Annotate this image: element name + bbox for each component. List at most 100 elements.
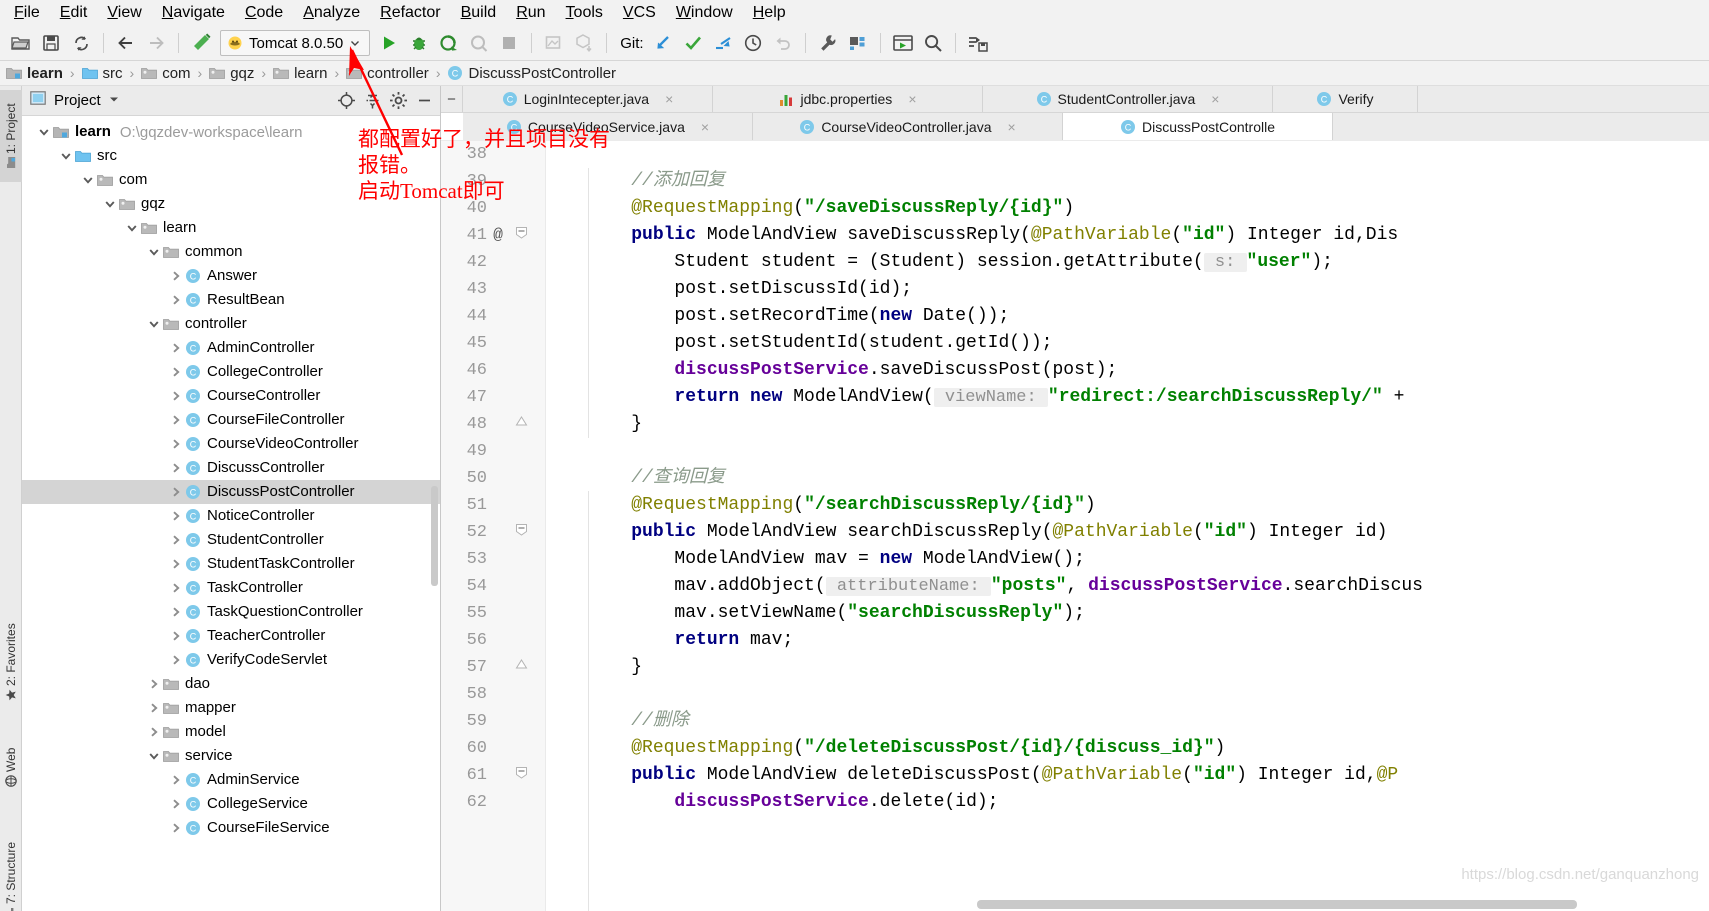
debug-bug-icon[interactable]	[406, 30, 432, 56]
deploy-icon[interactable]	[541, 30, 567, 56]
chevron-down-icon[interactable]	[146, 312, 162, 336]
tree-item-class[interactable]: C CourseController	[22, 384, 440, 408]
sync-icon[interactable]	[68, 30, 94, 56]
wrench-icon[interactable]	[815, 30, 841, 56]
menu-item-navigate[interactable]: Navigate	[152, 2, 235, 24]
code-content[interactable]: //添加回复 @RequestMapping("/saveDiscussRepl…	[546, 141, 1709, 911]
gutter-marker-icon[interactable]: @	[487, 222, 509, 249]
editor-tab[interactable]: C CourseVideoService.java ×	[463, 113, 753, 140]
tree-item-class[interactable]: C AdminService	[22, 768, 440, 792]
editor-tab[interactable]: C StudentController.java ×	[983, 86, 1273, 112]
chevron-right-icon[interactable]	[168, 288, 184, 312]
code-line[interactable]: @RequestMapping("/deleteDiscussPost/{id}…	[546, 735, 1709, 762]
run-with-coverage-icon[interactable]	[436, 30, 462, 56]
code-line[interactable]: discussPostService.saveDiscussPost(post)…	[546, 357, 1709, 384]
project-tree-scrollbar[interactable]	[431, 486, 438, 586]
tree-item-folder[interactable]: mapper	[22, 696, 440, 720]
hammer-icon[interactable]	[188, 30, 214, 56]
chevron-right-icon[interactable]	[168, 384, 184, 408]
tree-item-folder[interactable]: model	[22, 720, 440, 744]
editor-horizontal-scrollbar[interactable]	[977, 900, 1577, 909]
chevron-down-icon[interactable]	[36, 120, 52, 144]
code-line[interactable]: mav.addObject( attributeName: "posts", d…	[546, 573, 1709, 600]
chevron-right-icon[interactable]	[168, 600, 184, 624]
chevron-right-icon[interactable]	[168, 528, 184, 552]
back-arrow-icon[interactable]	[113, 30, 139, 56]
forward-arrow-icon[interactable]	[143, 30, 169, 56]
menu-item-code[interactable]: Code	[235, 2, 293, 24]
breadcrumb-item-learn[interactable]: learn	[6, 65, 63, 82]
fold-toggle-icon[interactable]	[509, 654, 533, 681]
code-line[interactable]: //查询回复	[546, 465, 1709, 492]
tool-window-tab-project[interactable]: 1: Project	[0, 90, 22, 182]
tree-item-class[interactable]: C AdminController	[22, 336, 440, 360]
tree-item-folder[interactable]: com	[22, 168, 440, 192]
close-icon[interactable]: ×	[1008, 119, 1016, 135]
stop-square-icon[interactable]	[496, 30, 522, 56]
editor-tab[interactable]: C LoginIntecepter.java ×	[463, 86, 713, 112]
close-icon[interactable]: ×	[665, 91, 673, 107]
code-line[interactable]: return mav;	[546, 627, 1709, 654]
collapse-all-icon[interactable]	[360, 89, 384, 113]
chevron-right-icon[interactable]	[168, 504, 184, 528]
tree-item-folder[interactable]: learn	[22, 216, 440, 240]
chevron-right-icon[interactable]	[168, 456, 184, 480]
editor-tab[interactable]: jdbc.properties ×	[713, 86, 983, 112]
project-structure-icon[interactable]	[845, 30, 871, 56]
code-line[interactable]: }	[546, 411, 1709, 438]
tree-item-class[interactable]: C CollegeService	[22, 792, 440, 816]
editor-tab[interactable]: C CourseVideoController.java ×	[753, 113, 1063, 140]
code-line[interactable]: @RequestMapping("/saveDiscussReply/{id}"…	[546, 195, 1709, 222]
tool-window-tab-web[interactable]: Web	[0, 736, 22, 798]
locate-icon[interactable]	[334, 89, 358, 113]
tree-item-class[interactable]: C CourseFileController	[22, 408, 440, 432]
tree-item-class[interactable]: C CourseFileService	[22, 816, 440, 840]
fold-toggle-icon[interactable]	[509, 411, 533, 438]
chevron-right-icon[interactable]	[168, 264, 184, 288]
git-push-icon[interactable]	[710, 30, 736, 56]
save-disk-icon[interactable]	[965, 30, 991, 56]
code-line[interactable]: public ModelAndView saveDiscussReply(@Pa…	[546, 222, 1709, 249]
breadcrumb-item-gqz[interactable]: gqz	[209, 65, 254, 82]
update-box-icon[interactable]	[571, 30, 597, 56]
tool-window-tab-structure[interactable]: 7: Structure	[0, 826, 22, 911]
tree-item-folder[interactable]: gqz	[22, 192, 440, 216]
tree-item-folder[interactable]: service	[22, 744, 440, 768]
editor-tab[interactable]: C Verify	[1273, 86, 1418, 112]
code-editor[interactable]: 38 39 40 41 @42 43 44 45 46 47 48 49 50 51 52 53 54 55 56 5…	[441, 141, 1709, 911]
menu-item-view[interactable]: View	[97, 2, 151, 24]
menu-item-window[interactable]: Window	[666, 2, 743, 24]
run-in-browser-icon[interactable]	[890, 30, 916, 56]
code-line[interactable]: post.setRecordTime(new Date());	[546, 303, 1709, 330]
fold-toggle-icon[interactable]	[509, 519, 533, 546]
close-icon[interactable]: ×	[908, 91, 916, 107]
save-all-icon[interactable]	[38, 30, 64, 56]
code-line[interactable]: Student student = (Student) session.getA…	[546, 249, 1709, 276]
chevron-right-icon[interactable]	[168, 552, 184, 576]
chevron-right-icon[interactable]	[168, 408, 184, 432]
chevron-down-icon[interactable]	[124, 216, 140, 240]
fold-toggle-icon[interactable]	[509, 762, 533, 789]
gear-icon[interactable]	[386, 89, 410, 113]
open-folder-icon[interactable]	[8, 30, 34, 56]
tree-item-class[interactable]: C CourseVideoController	[22, 432, 440, 456]
menu-item-build[interactable]: Build	[451, 2, 507, 24]
close-icon[interactable]: ×	[1211, 91, 1219, 107]
code-line[interactable]	[546, 438, 1709, 465]
menu-item-edit[interactable]: Edit	[50, 2, 98, 24]
tree-item-class[interactable]: C DiscussPostController	[22, 480, 440, 504]
menu-item-help[interactable]: Help	[743, 2, 796, 24]
chevron-right-icon[interactable]	[146, 696, 162, 720]
tree-item-class[interactable]: C TeacherController	[22, 624, 440, 648]
chevron-down-icon[interactable]	[146, 240, 162, 264]
chevron-down-icon[interactable]	[58, 144, 74, 168]
chevron-down-icon[interactable]	[146, 744, 162, 768]
chevron-right-icon[interactable]	[168, 792, 184, 816]
chevron-down-icon[interactable]	[102, 192, 118, 216]
code-line[interactable]: post.setDiscussId(id);	[546, 276, 1709, 303]
breadcrumb-item-learn[interactable]: learn	[273, 65, 327, 82]
chevron-right-icon[interactable]	[168, 432, 184, 456]
chevron-right-icon[interactable]	[146, 720, 162, 744]
chevron-right-icon[interactable]	[168, 624, 184, 648]
code-line[interactable]: public ModelAndView deleteDiscussPost(@P…	[546, 762, 1709, 789]
